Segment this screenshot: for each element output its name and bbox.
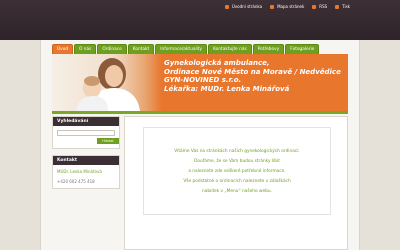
- main-content: Vítáme Vás na stránkách našich gynekolog…: [124, 116, 348, 250]
- tab-fotogalerie[interactable]: Fotogalerie: [285, 44, 320, 54]
- banner-photo: [52, 54, 162, 111]
- welcome-line: Vítáme Vás na stránkách našich gynekolog…: [174, 148, 300, 154]
- welcome-line: Vše podstatné o ordinacích naleznete v z…: [183, 178, 291, 184]
- home-icon: [224, 4, 229, 9]
- tab-uvod[interactable]: Úvod: [52, 44, 74, 54]
- search-input[interactable]: [57, 130, 115, 136]
- search-heading: Vyhledávání: [53, 117, 119, 126]
- contact-heading: Kontakt: [53, 156, 119, 165]
- mother-baby-image: [76, 58, 140, 111]
- top-link-sitemap[interactable]: Mapa stránek: [270, 4, 304, 9]
- contact-body: MUDr. Lenka Minářová +420 602 475 418: [53, 165, 119, 188]
- search-button[interactable]: Hledat: [97, 138, 119, 144]
- print-icon: [335, 4, 340, 9]
- contact-box: Kontakt MUDr. Lenka Minářová +420 602 47…: [52, 155, 120, 189]
- top-link-label: RSS: [319, 4, 328, 9]
- welcome-box: Vítáme Vás na stránkách našich gynekolog…: [143, 127, 331, 215]
- search-box: Vyhledávání Hledat: [52, 116, 120, 149]
- tab-kontakt[interactable]: Kontakt: [127, 44, 155, 54]
- top-link-home[interactable]: Úvodní stránka: [224, 4, 263, 9]
- banner-line-3: GYN-NOVINED s.r.o.: [164, 76, 242, 84]
- top-link-label: Úvodní stránka: [231, 4, 263, 9]
- tab-ordinace[interactable]: Ordinace: [97, 44, 127, 54]
- green-divider: [52, 111, 348, 114]
- top-link-print[interactable]: Tisk: [335, 4, 350, 9]
- sitemap-icon: [270, 4, 275, 9]
- tab-potrebovy[interactable]: Potřebovy: [252, 44, 285, 54]
- welcome-line: Doufáme, že se Vám budou stránky líbit: [194, 158, 280, 164]
- welcome-line: nabídek v „Menu“ našeho webu.: [202, 188, 272, 194]
- tab-o-nas[interactable]: O nás: [74, 44, 97, 54]
- banner-line-4: Lékařka: MUDr. Lenka Minářová: [164, 84, 290, 93]
- main-nav: Úvod O nás Ordinace Kontakt Informace/ak…: [52, 44, 320, 54]
- banner-line-1: Gynekologická ambulance,: [164, 59, 270, 67]
- contact-phone: +420 602 475 418: [57, 179, 95, 184]
- sidebar: Vyhledávání Hledat Kontakt MUDr. Lenka M…: [52, 116, 120, 195]
- rss-icon: [312, 4, 317, 9]
- contact-name: MUDr. Lenka Minářová: [57, 169, 102, 174]
- top-link-rss[interactable]: RSS: [312, 4, 327, 9]
- top-links: Úvodní stránka Mapa stránek RSS Tisk: [224, 4, 350, 9]
- tab-informace[interactable]: Informace/aktuality: [155, 44, 208, 54]
- search-body: Hledat: [53, 126, 119, 148]
- banner-text: Gynekologická ambulance, Ordinace Nové M…: [164, 59, 341, 93]
- top-link-label: Tisk: [342, 4, 350, 9]
- banner-line-2: Ordinace Nové Město na Moravě / Nedvědic…: [164, 67, 341, 76]
- header-banner: Gynekologická ambulance, Ordinace Nové M…: [52, 54, 348, 111]
- top-bar: Úvodní stránka Mapa stránek RSS Tisk: [0, 0, 400, 40]
- welcome-line: a naleznete zde veškeré potřebné informa…: [188, 168, 286, 174]
- tab-kontaktujte[interactable]: Kontaktujte nás: [208, 44, 252, 54]
- top-link-label: Mapa stránek: [277, 4, 305, 9]
